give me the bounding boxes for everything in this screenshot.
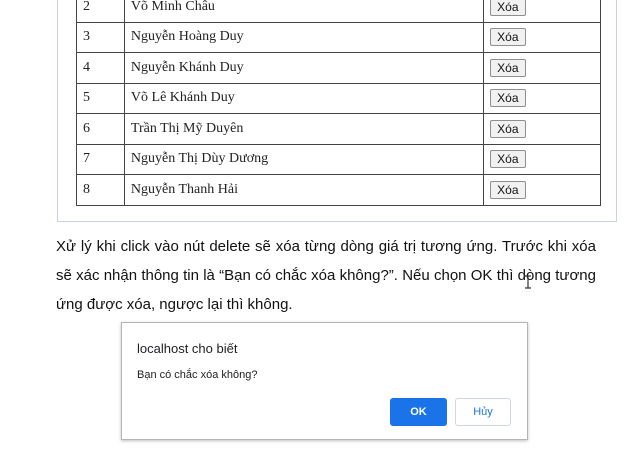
student-name: Nguyễn Thị Dùy Dương — [123, 143, 485, 175]
delete-button[interactable]: Xóa — [490, 58, 526, 77]
action-cell: Xóa — [483, 82, 601, 114]
row-number: 5 — [76, 82, 125, 114]
confirm-dialog: localhost cho biết Bạn có chắc xóa không… — [121, 322, 528, 440]
action-cell: Xóa — [483, 0, 601, 23]
delete-button[interactable]: Xóa — [490, 28, 526, 47]
row-number: 6 — [76, 113, 125, 145]
description-paragraph: Xử lý khi click vào nút delete sẽ xóa từ… — [56, 238, 596, 313]
row-number: 2 — [76, 0, 125, 23]
ok-button[interactable]: OK — [390, 398, 447, 426]
cancel-button[interactable]: Hủy — [455, 398, 511, 426]
student-name: Nguyễn Thanh Hải — [123, 174, 485, 206]
delete-button[interactable]: Xóa — [490, 180, 526, 199]
table-row: 6 Trần Thị Mỹ Duyên Xóa — [76, 113, 601, 145]
row-number: 8 — [76, 174, 125, 206]
row-number: 3 — [76, 21, 125, 53]
student-table: 2 Võ Minh Châu Xóa 3 Nguyễn Hoàng Duy Xó… — [76, 0, 601, 206]
table-row: 7 Nguyễn Thị Dùy Dương Xóa — [76, 143, 601, 175]
text-cursor-icon — [525, 275, 531, 289]
row-number: 7 — [76, 143, 125, 175]
action-cell: Xóa — [483, 52, 601, 84]
action-cell: Xóa — [483, 113, 601, 145]
table-body: 2 Võ Minh Châu Xóa 3 Nguyễn Hoàng Duy Xó… — [76, 0, 601, 206]
table-row: 8 Nguyễn Thanh Hải Xóa — [76, 174, 601, 206]
student-name: Nguyễn Khánh Duy — [123, 52, 485, 84]
table-frame: 2 Võ Minh Châu Xóa 3 Nguyễn Hoàng Duy Xó… — [57, 0, 617, 222]
delete-button[interactable]: Xóa — [490, 150, 526, 169]
dialog-message: Bạn có chắc xóa không? — [137, 369, 258, 381]
student-name: Trần Thị Mỹ Duyên — [123, 113, 485, 145]
table-row: 2 Võ Minh Châu Xóa — [76, 0, 601, 23]
row-number: 4 — [76, 52, 125, 84]
table-row: 3 Nguyễn Hoàng Duy Xóa — [76, 21, 601, 53]
delete-button[interactable]: Xóa — [490, 119, 526, 138]
table-row: 5 Võ Lê Khánh Duy Xóa — [76, 82, 601, 114]
action-cell: Xóa — [483, 174, 601, 206]
student-name: Võ Lê Khánh Duy — [123, 82, 485, 114]
delete-button[interactable]: Xóa — [490, 0, 526, 16]
action-cell: Xóa — [483, 21, 601, 53]
dialog-title: localhost cho biết — [137, 341, 238, 356]
delete-button[interactable]: Xóa — [490, 89, 526, 108]
action-cell: Xóa — [483, 143, 601, 175]
table-row: 4 Nguyễn Khánh Duy Xóa — [76, 52, 601, 84]
student-name: Võ Minh Châu — [123, 0, 485, 23]
student-name: Nguyễn Hoàng Duy — [123, 21, 485, 53]
